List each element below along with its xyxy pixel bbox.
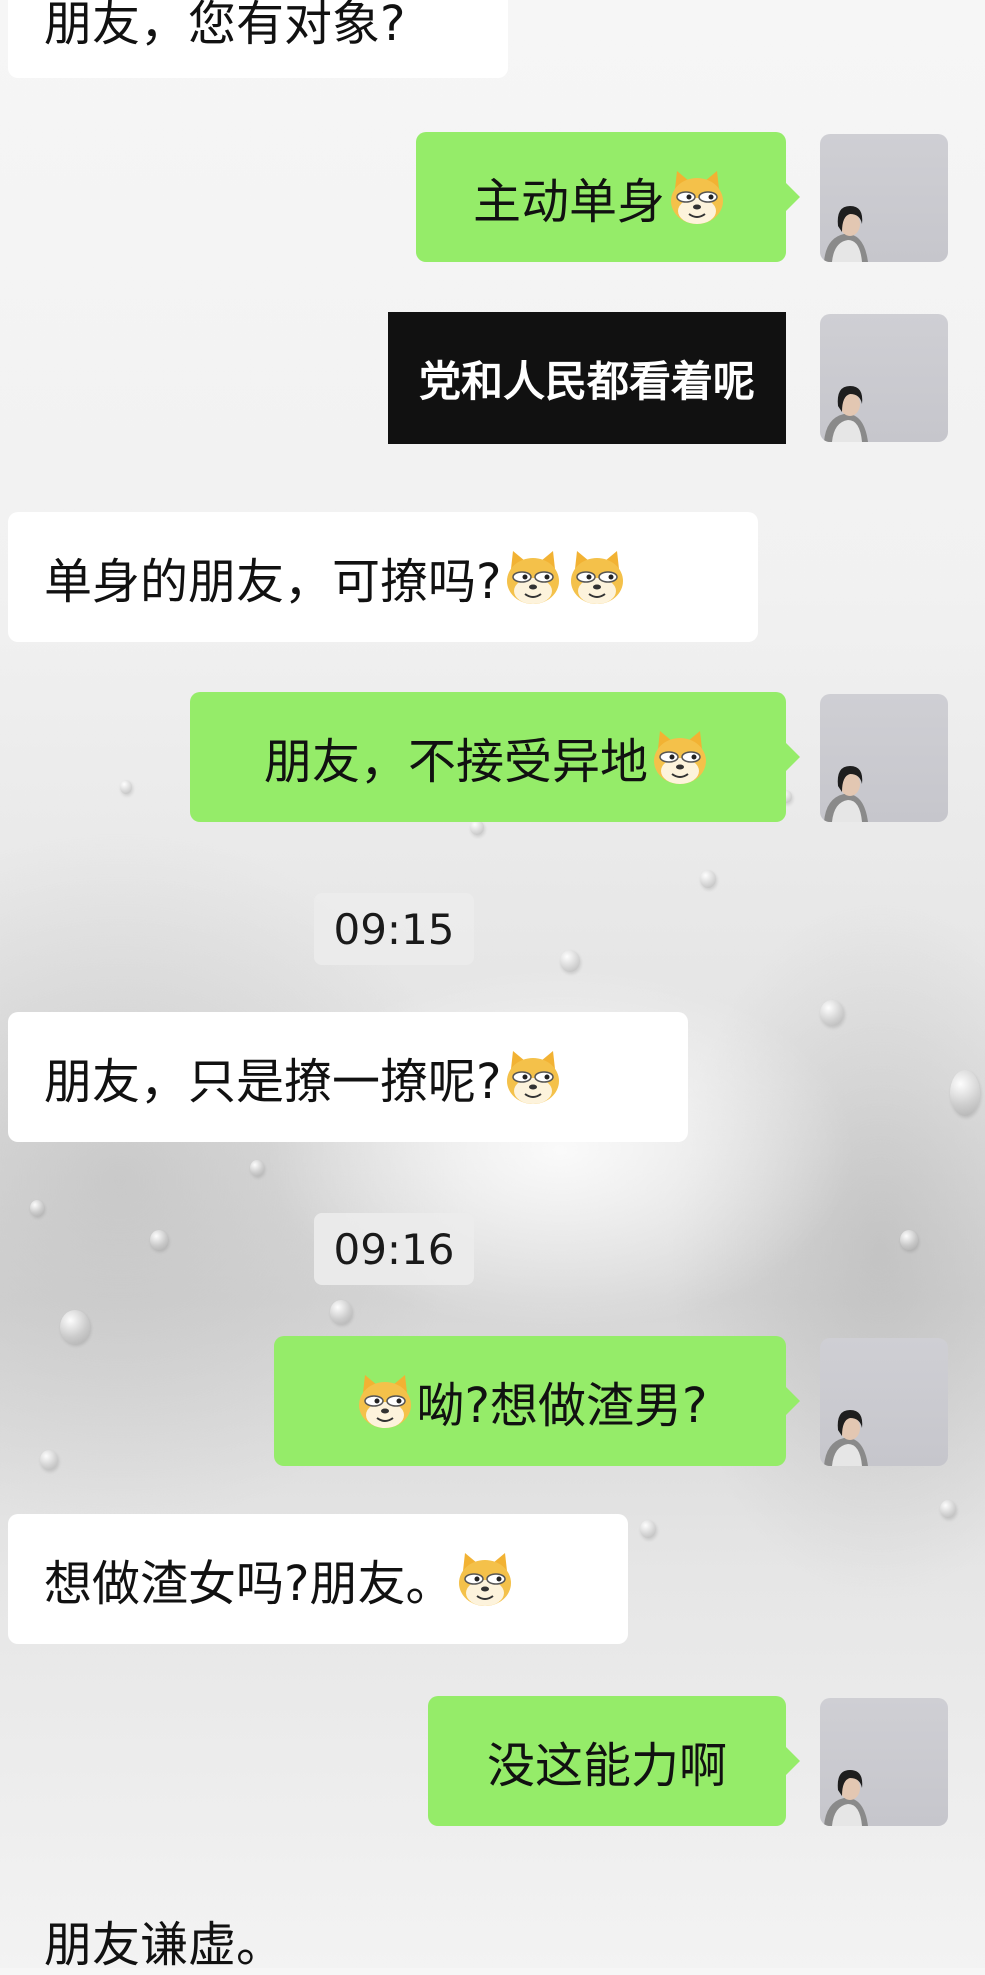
doge-emoji-icon [567, 547, 627, 607]
sticker-text: 党和人民都看着呢 [418, 356, 755, 406]
sticker-message[interactable]: 党和人民都看着呢 [388, 312, 786, 444]
avatar[interactable] [820, 1338, 948, 1466]
doge-emoji-icon [503, 1047, 563, 1107]
doge-emoji-icon [650, 727, 710, 787]
incoming-message-bubble[interactable]: 朋友，只是撩一撩呢? [8, 1012, 688, 1142]
message-text: 主动单身 [472, 174, 665, 230]
outgoing-message-bubble[interactable]: 呦?想做渣男? [274, 1336, 800, 1466]
timestamp: 09:15 [314, 893, 474, 965]
avatar[interactable] [820, 1698, 948, 1826]
incoming-message-bubble[interactable]: 想做渣女吗?朋友。 [8, 1514, 628, 1644]
avatar[interactable] [820, 134, 948, 262]
rain-wallpaper [0, 0, 985, 1968]
incoming-message-bubble[interactable]: 单身的朋友，可撩吗? [8, 512, 758, 642]
message-text: 朋友，您有对象? [44, 0, 406, 52]
avatar[interactable] [820, 314, 948, 442]
doge-emoji-icon [455, 1549, 515, 1609]
outgoing-message-bubble[interactable]: 主动单身 [416, 132, 800, 262]
outgoing-message-bubble[interactable]: 朋友，不接受异地 [190, 692, 800, 822]
message-text: 朋友谦虚。 [44, 1917, 285, 1973]
message-text: 朋友，不接受异地 [263, 734, 648, 790]
message-text: 单身的朋友，可撩吗? [44, 554, 502, 610]
message-text: 没这能力啊 [486, 1738, 727, 1794]
doge-emoji-icon [503, 547, 563, 607]
message-text: 朋友，只是撩一撩呢? [44, 1054, 502, 1110]
timestamp: 09:16 [314, 1213, 474, 1285]
incoming-message-bubble[interactable]: 朋友，您有对象? [8, 0, 508, 78]
outgoing-message-bubble[interactable]: 没这能力啊 [428, 1696, 800, 1826]
message-text: 呦?想做渣男? [416, 1378, 708, 1434]
message-text: 想做渣女吗?朋友。 [44, 1556, 454, 1612]
doge-emoji-icon [355, 1371, 415, 1431]
avatar[interactable] [820, 694, 948, 822]
doge-emoji-icon [667, 167, 727, 227]
